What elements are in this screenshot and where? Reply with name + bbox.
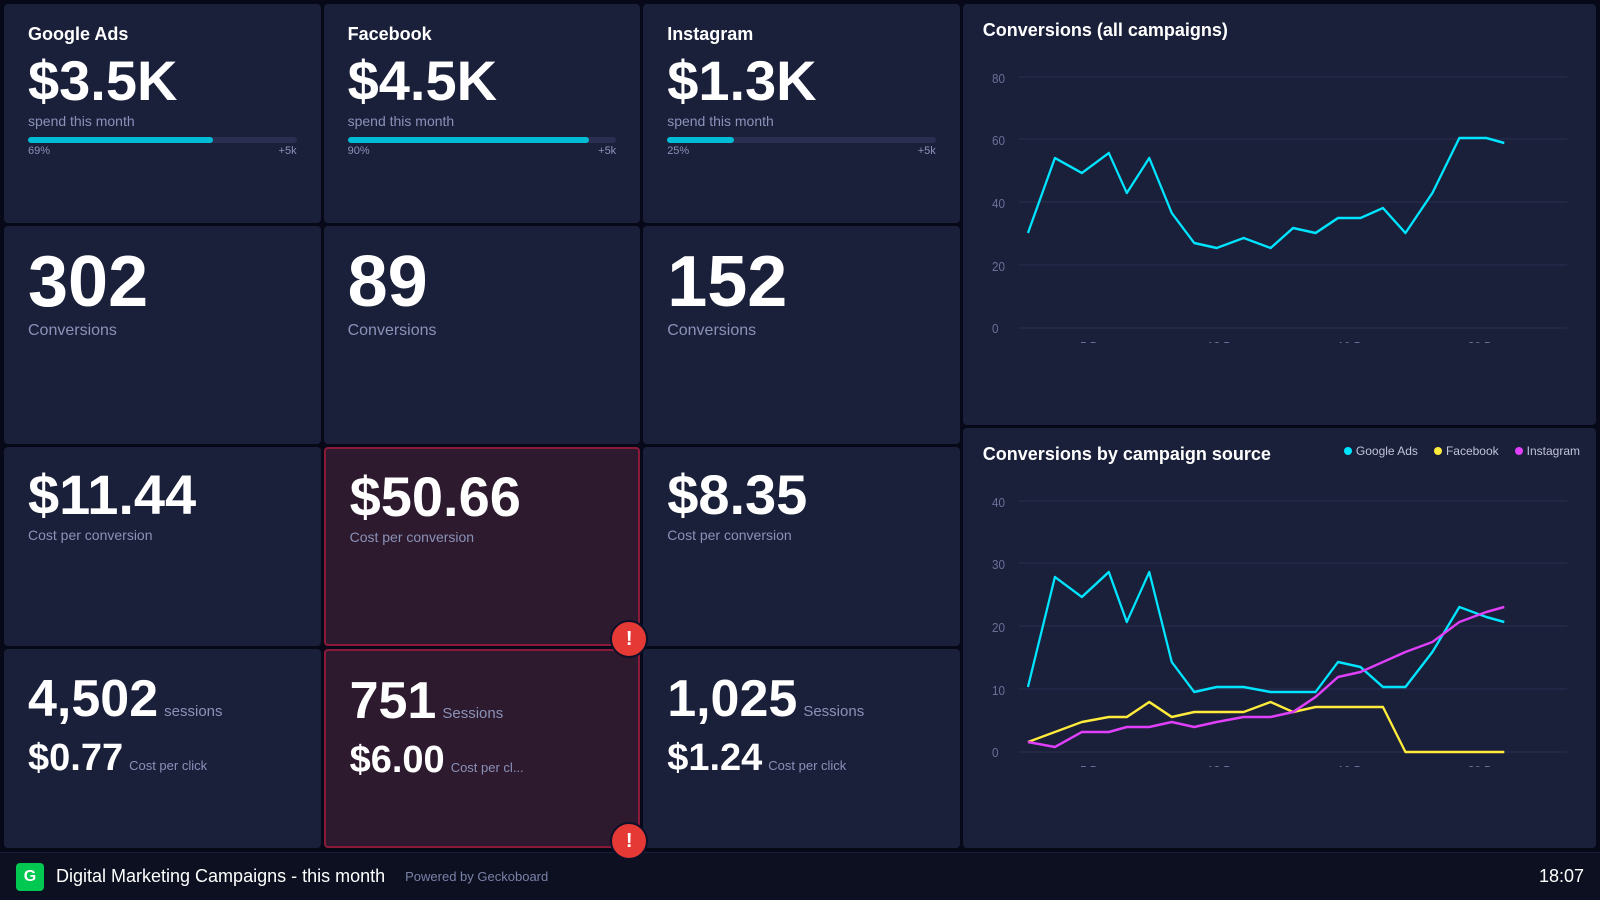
google-ads-spend-value: $3.5K bbox=[28, 53, 297, 109]
instagram-cpc-label: Cost per conversion bbox=[667, 527, 936, 543]
google-ads-conversions-card: 302 Conversions bbox=[4, 226, 321, 445]
svg-text:20: 20 bbox=[992, 620, 1005, 635]
facebook-sessions-cpc-value: $6.00 bbox=[350, 739, 445, 782]
facebook-spend-card: Facebook $4.5K spend this month 90% +5k bbox=[324, 4, 641, 223]
facebook-title: Facebook bbox=[348, 24, 617, 45]
instagram-conversions-label: Conversions bbox=[667, 322, 936, 340]
instagram-spend-label: spend this month bbox=[667, 113, 936, 129]
facebook-conversions-label: Conversions bbox=[348, 322, 617, 340]
facebook-sessions-cpc-label: Cost per cl... bbox=[451, 760, 524, 775]
instagram-conversions-card: 152 Conversions bbox=[643, 226, 960, 445]
svg-text:5 Dec: 5 Dec bbox=[1080, 763, 1110, 767]
svg-text:26 Dec: 26 Dec bbox=[1468, 339, 1505, 343]
svg-text:19 Dec: 19 Dec bbox=[1337, 339, 1374, 343]
instagram-sessions-value: 1,025 bbox=[667, 669, 797, 729]
facebook-cpc-label: Cost per conversion bbox=[350, 529, 615, 545]
main-grid: Google Ads $3.5K spend this month 69% +5… bbox=[0, 0, 1600, 852]
svg-text:80: 80 bbox=[992, 71, 1005, 86]
geckoboard-logo: G bbox=[16, 863, 44, 891]
svg-text:5 Dec: 5 Dec bbox=[1080, 339, 1110, 343]
facebook-progress-label: 90% +5k bbox=[348, 145, 617, 157]
google-ads-cpc-label: Cost per conversion bbox=[28, 527, 297, 543]
svg-text:12 Dec: 12 Dec bbox=[1207, 339, 1244, 343]
legend-google-dot bbox=[1344, 447, 1352, 455]
instagram-title: Instagram bbox=[667, 24, 936, 45]
svg-text:10: 10 bbox=[992, 683, 1005, 698]
conversions-by-source-svg: 0 10 20 30 40 5 Dec 12 Dec 19 Dec 26 Dec bbox=[983, 477, 1576, 767]
instagram-sessions-label: Sessions bbox=[803, 703, 864, 720]
instagram-progress-label: 25% +5k bbox=[667, 145, 936, 157]
google-ads-sessions-label: sessions bbox=[164, 703, 222, 720]
svg-text:40: 40 bbox=[992, 495, 1005, 510]
google-ads-sessions-card: 4,502 sessions $0.77 Cost per click bbox=[4, 649, 321, 848]
instagram-conversions-value: 152 bbox=[667, 246, 936, 318]
svg-text:0: 0 bbox=[992, 321, 999, 336]
legend-google-label: Google Ads bbox=[1356, 444, 1418, 458]
instagram-progress-fill bbox=[667, 137, 734, 143]
facebook-spend-label: spend this month bbox=[348, 113, 617, 129]
conversions-all-chart: Conversions (all campaigns) 0 20 40 60 8… bbox=[963, 4, 1596, 425]
facebook-cpc-value: $50.66 bbox=[350, 469, 615, 525]
google-ads-progress-fill bbox=[28, 137, 213, 143]
svg-text:12 Dec: 12 Dec bbox=[1207, 763, 1244, 767]
instagram-spend-card: Instagram $1.3K spend this month 25% +5k bbox=[643, 4, 960, 223]
svg-text:19 Dec: 19 Dec bbox=[1337, 763, 1374, 767]
facebook-cpc-card: $50.66 Cost per conversion ! bbox=[324, 447, 641, 646]
bottom-bar: G Digital Marketing Campaigns - this mon… bbox=[0, 852, 1600, 900]
instagram-sessions-cpc-value: $1.24 bbox=[667, 737, 762, 780]
legend-google: Google Ads bbox=[1344, 444, 1418, 458]
google-ads-conversions-label: Conversions bbox=[28, 322, 297, 340]
svg-text:40: 40 bbox=[992, 196, 1005, 211]
facebook-progress-bar bbox=[348, 137, 617, 143]
instagram-cpc-value: $8.35 bbox=[667, 467, 936, 523]
legend-facebook-label: Facebook bbox=[1446, 444, 1499, 458]
instagram-cpc-card: $8.35 Cost per conversion bbox=[643, 447, 960, 646]
google-ads-progress-label: 69% +5k bbox=[28, 145, 297, 157]
google-ads-sessions-cpc-value: $0.77 bbox=[28, 737, 123, 780]
svg-text:60: 60 bbox=[992, 133, 1005, 148]
instagram-progress-bar bbox=[667, 137, 936, 143]
google-ads-title: Google Ads bbox=[28, 24, 297, 45]
google-ads-sessions-cpc-label: Cost per click bbox=[129, 758, 207, 773]
google-ads-cpc-card: $11.44 Cost per conversion bbox=[4, 447, 321, 646]
instagram-sessions-cpc-label: Cost per click bbox=[768, 758, 846, 773]
dashboard-title: Digital Marketing Campaigns - this month bbox=[56, 866, 385, 887]
facebook-sessions-label: Sessions bbox=[442, 705, 503, 722]
instagram-spend-value: $1.3K bbox=[667, 53, 936, 109]
chart-legend: Google Ads Facebook Instagram bbox=[1344, 444, 1580, 458]
conversions-all-title: Conversions (all campaigns) bbox=[983, 20, 1576, 41]
facebook-sessions-alert: ! bbox=[610, 822, 648, 860]
legend-instagram: Instagram bbox=[1515, 444, 1580, 458]
facebook-progress-fill bbox=[348, 137, 590, 143]
facebook-conversions-value: 89 bbox=[348, 246, 617, 318]
conversions-by-source-chart: Conversions by campaign source Google Ad… bbox=[963, 428, 1596, 849]
legend-facebook-dot bbox=[1434, 447, 1442, 455]
svg-text:20: 20 bbox=[992, 259, 1005, 274]
facebook-sessions-value: 751 bbox=[350, 671, 437, 731]
facebook-spend-value: $4.5K bbox=[348, 53, 617, 109]
powered-by: Powered by Geckoboard bbox=[405, 869, 548, 884]
facebook-sessions-card: 751 Sessions $6.00 Cost per cl... ! bbox=[324, 649, 641, 848]
google-ads-sessions-value: 4,502 bbox=[28, 669, 158, 729]
google-ads-conversions-value: 302 bbox=[28, 246, 297, 318]
svg-text:26 Dec: 26 Dec bbox=[1468, 763, 1505, 767]
right-panel: Conversions (all campaigns) 0 20 40 60 8… bbox=[963, 4, 1596, 848]
clock: 18:07 bbox=[1539, 866, 1584, 887]
svg-text:0: 0 bbox=[992, 745, 999, 760]
instagram-sessions-card: 1,025 Sessions $1.24 Cost per click bbox=[643, 649, 960, 848]
google-ads-progress-bar bbox=[28, 137, 297, 143]
facebook-conversions-card: 89 Conversions bbox=[324, 226, 641, 445]
google-ads-spend-card: Google Ads $3.5K spend this month 69% +5… bbox=[4, 4, 321, 223]
conversions-all-svg: 0 20 40 60 80 5 Dec 12 Dec 19 Dec 26 Dec bbox=[983, 53, 1576, 343]
svg-text:30: 30 bbox=[992, 557, 1005, 572]
google-ads-spend-label: spend this month bbox=[28, 113, 297, 129]
google-ads-cpc-value: $11.44 bbox=[28, 467, 297, 523]
legend-instagram-label: Instagram bbox=[1527, 444, 1580, 458]
legend-facebook: Facebook bbox=[1434, 444, 1499, 458]
legend-instagram-dot bbox=[1515, 447, 1523, 455]
